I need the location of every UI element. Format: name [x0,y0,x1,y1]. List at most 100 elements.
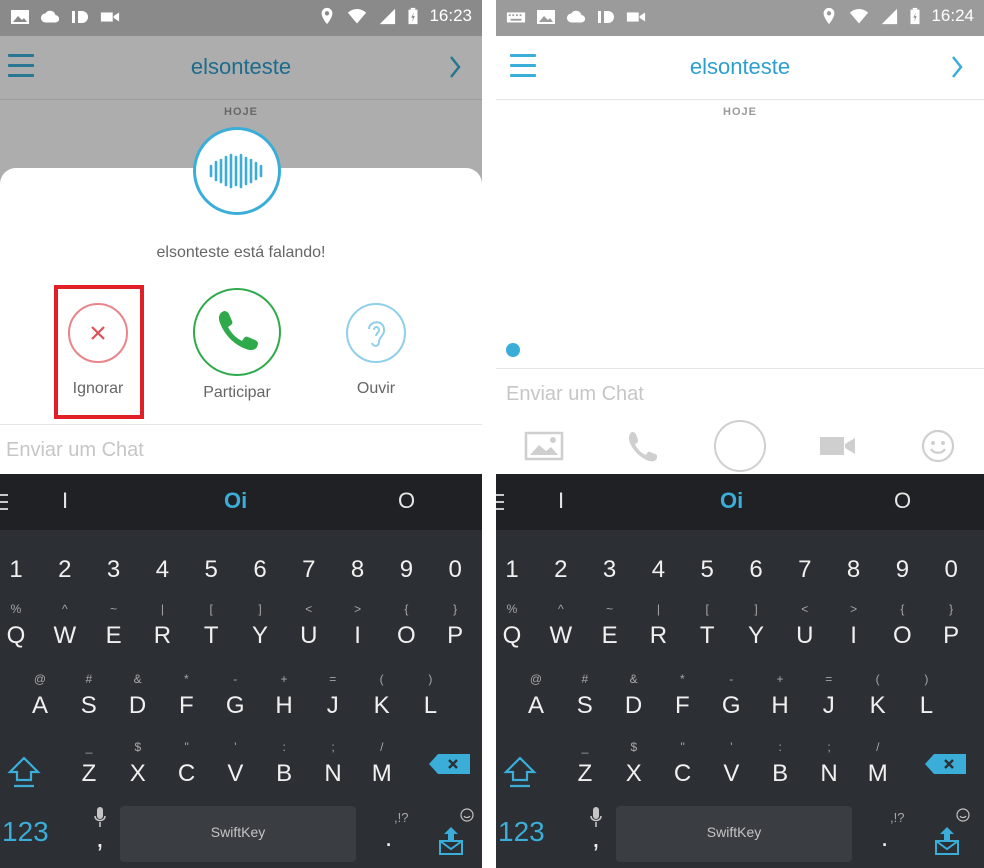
call-button[interactable] [620,418,664,474]
key-u[interactable]: < U [287,600,331,660]
key-q[interactable]: % Q [496,600,534,660]
key-e[interactable]: ~ E [92,600,136,660]
key-3[interactable]: 3 [588,534,632,594]
key-p[interactable]: } P [929,600,973,660]
video-call-button[interactable] [816,418,860,474]
key-s[interactable]: # S [67,670,111,730]
join-button[interactable]: Participar [192,288,282,402]
key-0[interactable]: 0 [433,534,477,594]
backspace-key[interactable] [924,742,968,802]
key-r[interactable]: | R [140,600,184,660]
key-g[interactable]: -G [709,670,753,730]
suggestion-2[interactable]: Oi [224,488,247,514]
key-a[interactable]: @ A [514,670,558,730]
key-1[interactable]: 1 [0,534,38,594]
key-z[interactable]: _ Z [67,738,111,798]
key-o[interactable]: {O [880,600,924,660]
key-8[interactable]: 8 [832,534,876,594]
key-3[interactable]: 3 [92,534,136,594]
space-key[interactable]: SwiftKey [120,806,356,862]
keyboard-menu-icon[interactable] [496,494,504,510]
key-g[interactable]: -G [213,670,257,730]
suggestion-2[interactable]: Oi [720,488,743,514]
key-x[interactable]: $ X [612,738,656,798]
suggestion-3[interactable]: O [398,488,415,514]
key-y[interactable]: ] Y [734,600,778,660]
key-5[interactable]: 5 [189,534,233,594]
space-key[interactable]: SwiftKey [616,806,852,862]
key-w[interactable]: ^ W [43,600,87,660]
key-v[interactable]: ' V [213,738,257,798]
key-l[interactable]: ) L [904,670,948,730]
key-j[interactable]: = J [311,670,355,730]
punctuation-key-alt[interactable]: ,!? [394,810,408,825]
key-x[interactable]: $ X [116,738,160,798]
key-7[interactable]: 7 [783,534,827,594]
capture-button[interactable] [712,418,768,474]
key-i[interactable]: > I [832,600,876,660]
key-z[interactable]: _ Z [563,738,607,798]
key-f[interactable]: * F [164,670,208,730]
key-m[interactable]: / M [856,738,900,798]
key-t[interactable]: [T [189,600,233,660]
key-k[interactable]: (K [856,670,900,730]
key-o[interactable]: {O [384,600,428,660]
key-b[interactable]: :B [262,738,306,798]
key-f[interactable]: * F [660,670,704,730]
key-h[interactable]: + H [758,670,802,730]
key-6[interactable]: 6 [734,534,778,594]
key-2[interactable]: 2 [539,534,583,594]
key-t[interactable]: [T [685,600,729,660]
key-w[interactable]: ^ W [539,600,583,660]
key-m[interactable]: / M [360,738,404,798]
chat-input[interactable]: Enviar um Chat [0,424,482,474]
chevron-right-icon[interactable] [950,54,964,80]
key-a[interactable]: @ A [18,670,62,730]
enter-key[interactable] [438,826,464,861]
backspace-key[interactable] [428,742,472,802]
key-s[interactable]: # S [563,670,607,730]
key-9[interactable]: 9 [880,534,924,594]
comma-key[interactable]: , [592,822,600,854]
numbers-key[interactable]: 123 [2,816,49,848]
emoji-key[interactable] [460,808,474,827]
key-b[interactable]: :B [758,738,802,798]
gallery-button[interactable] [522,418,566,474]
key-8[interactable]: 8 [336,534,380,594]
period-key[interactable]: . [385,822,392,853]
key-j[interactable]: = J [807,670,851,730]
suggestion-1[interactable]: I [558,488,564,514]
key-0[interactable]: 0 [929,534,973,594]
key-d[interactable]: & D [116,670,160,730]
key-l[interactable]: ) L [408,670,452,730]
key-p[interactable]: } P [433,600,477,660]
chat-title[interactable]: elsonteste [496,54,984,80]
keyboard-menu-icon[interactable] [0,494,8,510]
key-n[interactable]: ; N [311,738,355,798]
key-c[interactable]: " C [165,738,209,798]
comma-key[interactable]: , [96,822,104,854]
key-5[interactable]: 5 [685,534,729,594]
key-r[interactable]: | R [636,600,680,660]
emoji-key[interactable] [956,808,970,827]
shift-key[interactable] [500,742,544,802]
sticker-button[interactable] [916,418,960,474]
key-d[interactable]: & D [612,670,656,730]
chat-input[interactable]: Enviar um Chat [496,368,984,418]
key-q[interactable]: % Q [0,600,38,660]
key-1[interactable]: 1 [496,534,534,594]
key-y[interactable]: ] Y [238,600,282,660]
key-e[interactable]: ~ E [588,600,632,660]
period-key[interactable]: . [881,822,888,853]
key-4[interactable]: 4 [636,534,680,594]
key-v[interactable]: ' V [709,738,753,798]
listen-button[interactable]: Ouvir [331,288,421,398]
key-2[interactable]: 2 [43,534,87,594]
numbers-key[interactable]: 123 [498,816,545,848]
key-9[interactable]: 9 [384,534,428,594]
key-4[interactable]: 4 [140,534,184,594]
shift-key[interactable] [4,742,48,802]
key-6[interactable]: 6 [238,534,282,594]
enter-key[interactable] [934,826,960,861]
punctuation-key-alt[interactable]: ,!? [890,810,904,825]
